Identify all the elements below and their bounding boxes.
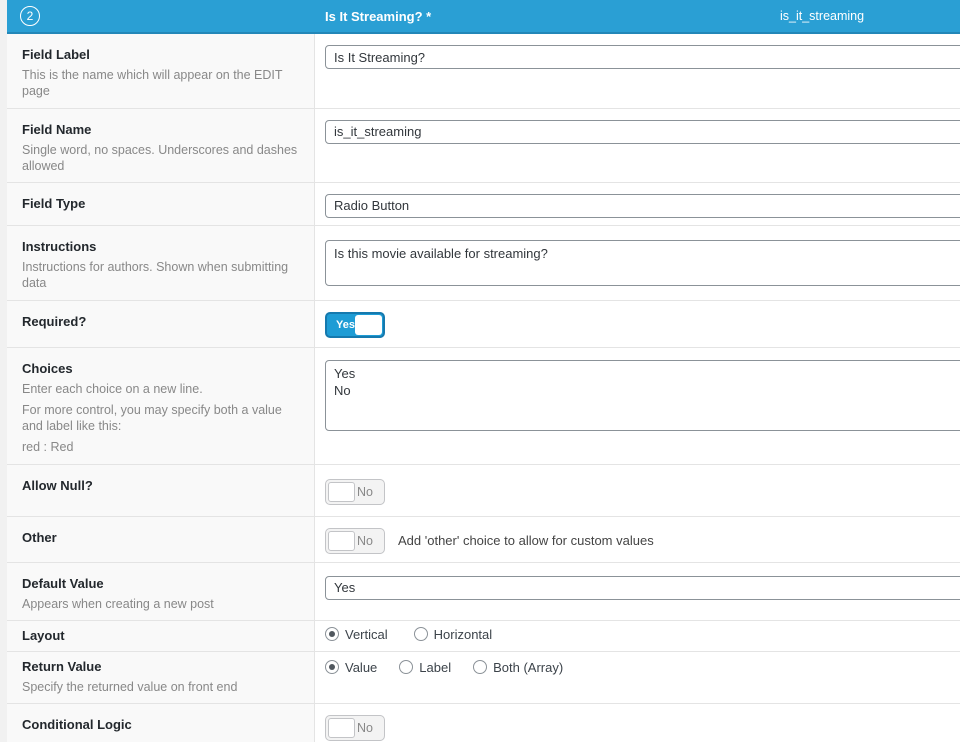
row-required: Required? Yes (7, 301, 960, 348)
row-title: Required? (22, 314, 304, 329)
row-title: Instructions (22, 239, 304, 254)
other-note: Add 'other' choice to allow for custom v… (398, 533, 654, 548)
field-order-badge: 2 (20, 6, 40, 26)
row-title: Allow Null? (22, 478, 304, 493)
row-default-value: Default Value Appears when creating a ne… (7, 563, 960, 621)
row-description: Single word, no spaces. Underscores and … (22, 142, 304, 175)
field-type-select[interactable]: Radio Button (325, 194, 960, 218)
layout-option-horizontal[interactable]: Horizontal (414, 627, 493, 642)
row-choices: Choices Enter each choice on a new line.… (7, 348, 960, 465)
row-description: Appears when creating a new post (22, 596, 304, 612)
instructions-cell: Instructions Instructions for authors. S… (7, 226, 315, 300)
toggle-off-label: No (357, 485, 373, 499)
radio-label: Vertical (345, 627, 388, 642)
required-toggle[interactable]: Yes (325, 312, 385, 338)
choices-cell: Choices Enter each choice on a new line.… (7, 348, 315, 464)
required-cell: Required? (7, 301, 315, 347)
row-conditional-logic: Conditional Logic No (7, 704, 960, 742)
allow-null-toggle[interactable]: No (325, 479, 385, 505)
other-cell: Other (7, 517, 315, 562)
toggle-off-label: No (357, 534, 373, 548)
layout-cell: Layout (7, 621, 315, 651)
toggle-knob (328, 482, 355, 502)
row-title: Default Value (22, 576, 304, 591)
row-title: Return Value (22, 659, 304, 674)
radio-unselected-icon (399, 660, 413, 674)
field-name-input[interactable] (325, 120, 960, 144)
row-description: For more control, you may specify both a… (22, 402, 304, 435)
radio-label: Both (Array) (493, 660, 563, 675)
toggle-knob (328, 531, 355, 551)
radio-label: Horizontal (434, 627, 493, 642)
row-title: Field Label (22, 47, 304, 62)
row-description: Enter each choice on a new line. (22, 381, 304, 397)
field-type-cell: Field Type (7, 183, 315, 225)
field-settings-panel: 2 Is It Streaming? * is_it_streaming Fie… (7, 0, 960, 742)
other-toggle[interactable]: No (325, 528, 385, 554)
row-description: Specify the returned value on front end (22, 679, 304, 695)
toggle-on-label: Yes (336, 319, 355, 331)
radio-unselected-icon (414, 627, 428, 641)
default-value-input[interactable] (325, 576, 960, 600)
layout-option-vertical[interactable]: Vertical (325, 627, 388, 642)
field-label-input[interactable] (325, 45, 960, 69)
row-title: Field Type (22, 196, 304, 211)
field-header-bar[interactable]: 2 Is It Streaming? * is_it_streaming (7, 0, 960, 34)
default-value-cell: Default Value Appears when creating a ne… (7, 563, 315, 620)
row-field-label: Field Label This is the name which will … (7, 34, 960, 109)
row-other: Other No Add 'other' choice to allow for… (7, 517, 960, 563)
row-description: red : Red (22, 439, 304, 455)
return-option-value[interactable]: Value (325, 660, 377, 675)
layout-radio-group: Vertical Horizontal (325, 627, 960, 642)
radio-selected-icon (325, 660, 339, 674)
radio-selected-icon (325, 627, 339, 641)
radio-label: Value (345, 660, 377, 675)
toggle-knob (328, 718, 355, 738)
field-title: Is It Streaming? * (325, 9, 431, 24)
row-title: Layout (22, 628, 304, 643)
radio-unselected-icon (473, 660, 487, 674)
toggle-off-label: No (357, 721, 373, 735)
row-layout: Layout Vertical Horizontal (7, 621, 960, 652)
return-option-both-array[interactable]: Both (Array) (473, 660, 563, 675)
radio-label: Label (419, 660, 451, 675)
row-description: Instructions for authors. Shown when sub… (22, 259, 304, 292)
toggle-knob (355, 315, 382, 335)
conditional-logic-toggle[interactable]: No (325, 715, 385, 741)
instructions-textarea[interactable]: Is this movie available for streaming? (325, 240, 960, 286)
row-title: Field Name (22, 122, 304, 137)
field-name-cell: Field Name Single word, no spaces. Under… (7, 109, 315, 183)
allow-null-cell: Allow Null? (7, 465, 315, 516)
row-title: Choices (22, 361, 304, 376)
row-title: Other (22, 530, 304, 545)
return-value-radio-group: Value Label Both (Array) (325, 660, 960, 675)
conditional-logic-cell: Conditional Logic (7, 704, 315, 742)
row-instructions: Instructions Instructions for authors. S… (7, 226, 960, 301)
return-value-cell: Return Value Specify the returned value … (7, 652, 315, 703)
row-description: This is the name which will appear on th… (22, 67, 304, 100)
choices-textarea[interactable]: Yes No (325, 360, 960, 431)
row-title: Conditional Logic (22, 717, 304, 732)
field-name-text: is_it_streaming (780, 9, 864, 23)
row-field-type: Field Type Radio Button (7, 183, 960, 226)
row-field-name: Field Name Single word, no spaces. Under… (7, 109, 960, 184)
return-option-label[interactable]: Label (399, 660, 451, 675)
row-allow-null: Allow Null? No (7, 465, 960, 517)
row-return-value: Return Value Specify the returned value … (7, 652, 960, 704)
field-label-cell: Field Label This is the name which will … (7, 34, 315, 108)
